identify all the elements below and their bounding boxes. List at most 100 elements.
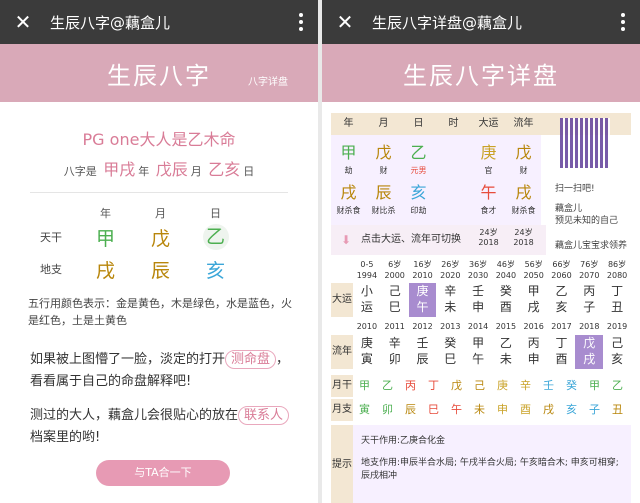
ln-year-1: 2011 xyxy=(384,322,405,331)
para-2: 测过的大人，藕盒儿会很贴心的放在 联系人档案里的哟! xyxy=(30,405,300,449)
tip-stem: 天干作用:乙庚合化金 xyxy=(361,436,446,446)
ln-6[interactable]: 丙申 xyxy=(520,335,548,369)
close-icon[interactable]: ✕ xyxy=(10,12,36,32)
dayun-7[interactable]: 乙亥 xyxy=(548,283,576,317)
more-icon[interactable] xyxy=(616,13,630,31)
age-7: 66岁 2060 xyxy=(551,260,572,280)
yz-1: 卯 xyxy=(382,403,393,416)
dayun-4[interactable]: 壬申 xyxy=(464,283,492,317)
branch-day: 亥 xyxy=(205,259,225,282)
branch-year: 戌 xyxy=(95,259,115,282)
dayun-3[interactable]: 辛未 xyxy=(436,283,464,317)
bazi-month: 戊辰 xyxy=(155,160,188,179)
hdr-dayun: 大运 xyxy=(478,118,499,129)
qr-adopt: 藕盒儿宝宝求领养 xyxy=(555,241,628,251)
close-icon[interactable]: ✕ xyxy=(332,12,358,32)
bazi-month-label: 月 xyxy=(190,165,202,178)
tips-label: 提示 xyxy=(331,425,353,503)
yg-11: 乙 xyxy=(612,379,623,392)
broles-dayun: 食才 xyxy=(480,206,497,215)
branch-month: 辰 xyxy=(375,183,392,202)
stem-dayun: 庚 xyxy=(480,143,497,162)
switch-hint-text: 点击大运、流年可切换 xyxy=(361,234,461,245)
ln-year-3: 2013 xyxy=(440,322,461,331)
dayun-6[interactable]: 甲戌 xyxy=(520,283,548,317)
detail-link[interactable]: 八字详盘 xyxy=(248,73,288,88)
hdr-liunian: 流年 xyxy=(513,118,534,129)
stem-day: 乙 xyxy=(410,143,427,162)
hdr-day: 日 xyxy=(413,118,424,129)
age-3: 26岁 2020 xyxy=(440,260,461,280)
liunian-year: 2018 xyxy=(513,238,534,247)
dayun-0[interactable]: 小运 xyxy=(353,283,381,317)
hdr-year: 年 xyxy=(343,118,354,129)
ln-year-9: 2019 xyxy=(606,322,628,331)
match-button[interactable]: 与TA合一下 xyxy=(96,460,230,486)
yz-0: 寅 xyxy=(359,403,370,416)
liunian-row: 流年 庚寅 辛卯 壬辰 癸巳 甲午 乙未 丙申 丁酉 戊戌 己亥 xyxy=(331,335,631,369)
para-1: 如果被上图懵了一脸，淡定的打开 测命盘 ，看看属于自己的命盘解释吧! xyxy=(30,349,300,393)
left-top-bar: ✕ 生辰八字@藕盒儿 xyxy=(0,0,318,44)
ln-4[interactable]: 甲午 xyxy=(464,335,492,369)
right-banner: 生辰八字详盘 xyxy=(322,44,640,102)
tip-branch: 地支作用:申辰半合水局; 午戌半合火局; 午亥暗合木; 申亥可相穿; 辰戌相冲 xyxy=(361,458,619,481)
ln-year-8: 2018 xyxy=(579,322,600,331)
yz-8: 戌 xyxy=(543,403,554,416)
yuegan-row: 月干 甲 乙 丙 丁 戊 己 庚 辛 壬 癸 甲 乙 xyxy=(331,375,631,397)
window-title: 生辰八字@藕盒儿 xyxy=(50,13,171,32)
branch-year: 戌 xyxy=(340,183,357,202)
para1-text-a: 如果被上图懵了一脸，淡定的打开 xyxy=(30,352,226,367)
banner-title: 生辰八字详盘 xyxy=(403,61,559,90)
yz-5: 未 xyxy=(474,403,485,416)
ln-9[interactable]: 己亥 xyxy=(603,335,631,369)
branch-dayun: 午 xyxy=(480,183,497,202)
yz-3: 巳 xyxy=(428,403,439,416)
ln-year-4: 2014 xyxy=(467,322,489,331)
ln-7[interactable]: 丁酉 xyxy=(548,335,576,369)
ln-0[interactable]: 庚寅 xyxy=(353,335,381,369)
bazi-day-label: 日 xyxy=(243,165,255,178)
bazi-label: 八字是 xyxy=(63,165,97,178)
yz-7: 酉 xyxy=(520,403,531,416)
ln-8[interactable]: 戊戌 xyxy=(575,335,604,369)
col-box-hour xyxy=(436,135,471,225)
age-0: 0-5 1994 xyxy=(356,260,378,280)
yz-10: 子 xyxy=(589,403,600,416)
yuezhi-label: 月支 xyxy=(331,399,353,421)
dayun-1[interactable]: 己巳 xyxy=(381,283,409,317)
dayun-ages-row: 0-5 1994 6岁 2000 16岁 2010 26岁 2020 36岁 2030 4… xyxy=(331,259,631,283)
dayun-5[interactable]: 癸酉 xyxy=(492,283,520,317)
more-icon[interactable] xyxy=(294,13,308,31)
role-day: 元男 xyxy=(410,166,427,175)
dayun-2[interactable]: 庚午 xyxy=(408,283,437,317)
ln-2[interactable]: 壬辰 xyxy=(409,335,437,369)
role-dayun: 官 xyxy=(484,166,493,175)
stem-year: 甲 xyxy=(340,143,357,162)
branch-month: 辰 xyxy=(150,259,170,282)
yg-2: 丙 xyxy=(405,379,416,392)
age-2: 16岁 2010 xyxy=(412,260,433,280)
color-note: 五行用颜色表示：金是黄色，木是绿色，水是蓝色，火是红色，土是土黄色 xyxy=(28,297,292,327)
test-chart-link[interactable]: 测命盘 xyxy=(225,350,277,369)
contacts-link[interactable]: 联系人 xyxy=(238,406,290,425)
bazi-year: 甲戌 xyxy=(103,160,136,179)
ln-1[interactable]: 辛卯 xyxy=(381,335,409,369)
ln-year-0: 2010 xyxy=(356,322,378,331)
row-label-branch: 地支 xyxy=(40,263,62,276)
left-banner: 生辰八字 八字详盘 xyxy=(0,44,318,102)
yz-11: 丑 xyxy=(612,403,623,416)
ln-3[interactable]: 癸巳 xyxy=(436,335,464,369)
stem-month: 戊 xyxy=(150,227,170,250)
down-arrow-icon: ⬇ xyxy=(341,233,352,247)
ln-5[interactable]: 乙未 xyxy=(492,335,520,369)
age-4: 36岁 2030 xyxy=(467,260,489,280)
dayun-8[interactable]: 丙子 xyxy=(575,283,603,317)
role-month: 财 xyxy=(379,166,388,175)
dayun-row: 大运 小运 己巳 庚午 辛未 壬申 癸酉 甲戌 乙亥 丙子 丁丑 xyxy=(331,283,631,317)
broles-year: 财杀食 xyxy=(336,206,361,215)
qr-scan: 扫一扫吧! xyxy=(555,184,595,194)
dayun-9[interactable]: 丁丑 xyxy=(603,283,631,317)
broles-day: 印劫 xyxy=(410,206,427,215)
banner-title: 生辰八字 xyxy=(107,61,211,90)
window-title: 生辰八字详盘@藕盒儿 xyxy=(372,13,523,32)
